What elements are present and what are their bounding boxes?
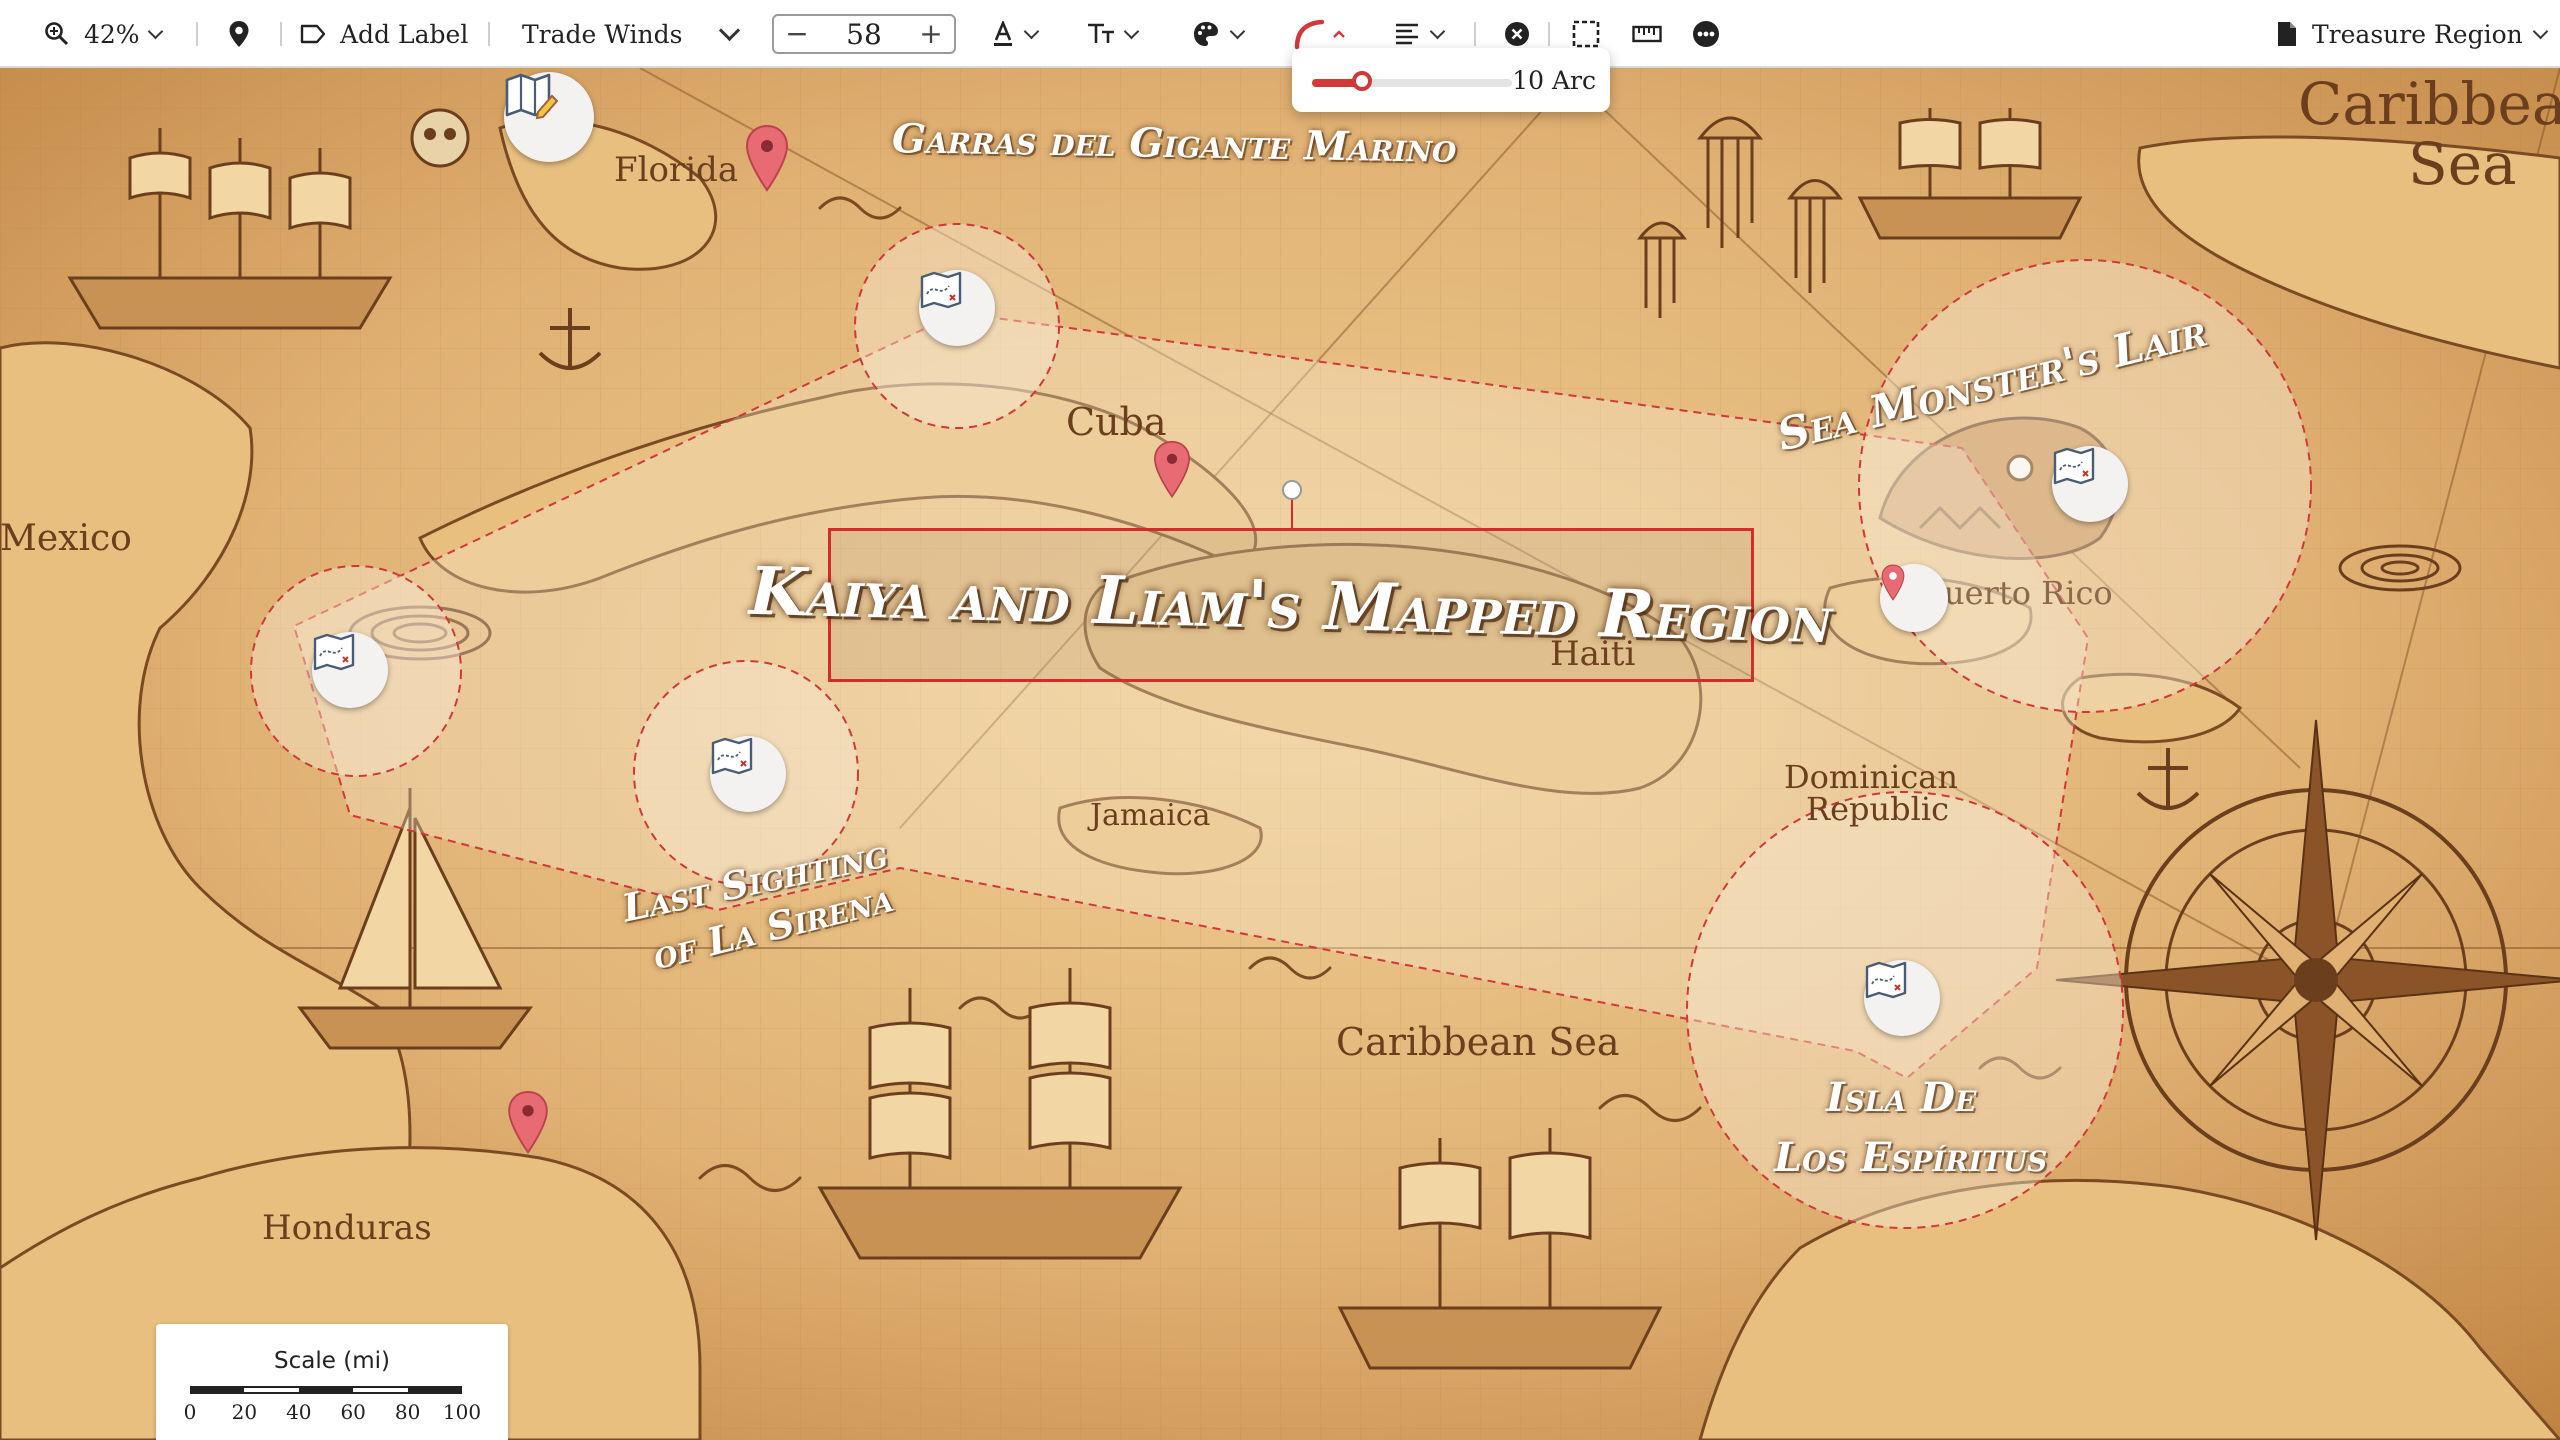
location-pin-cuba[interactable] xyxy=(1152,440,1192,500)
add-label-button[interactable]: Add Label xyxy=(300,0,468,68)
label-republic: Republic xyxy=(1806,790,1949,828)
label-sea-corner: Sea xyxy=(2408,130,2517,198)
document-title: Treasure Region xyxy=(2312,19,2523,49)
chevron-down-icon xyxy=(719,19,741,41)
arc-slider[interactable] xyxy=(1312,71,1512,91)
map-pin-icon xyxy=(1881,564,1905,601)
label-isla-line1[interactable]: Isla De xyxy=(1826,1074,1976,1121)
rotate-handle-stem xyxy=(1291,498,1293,528)
measure-button[interactable] xyxy=(1632,0,1662,68)
location-pin-honduras[interactable] xyxy=(506,1090,550,1156)
map-canvas[interactable]: Florida Cuba Mexico uerto Rico Haiti Dom… xyxy=(0,68,2560,1440)
label-honduras: Honduras xyxy=(262,1208,432,1248)
skull-icon xyxy=(410,108,470,168)
divider xyxy=(280,22,282,46)
map-pin-icon xyxy=(229,21,249,47)
label-mexico: Mexico xyxy=(0,518,132,559)
location-pin-florida[interactable] xyxy=(744,124,790,194)
treasure-map-icon xyxy=(1865,961,1907,999)
scale-tick-label: 40 xyxy=(286,1400,312,1424)
scale-bar xyxy=(190,1386,463,1394)
region-title[interactable]: Kaiya and Liam's Mapped Region xyxy=(748,552,1833,658)
scale-tick-label: 80 xyxy=(394,1400,421,1424)
zoom-control[interactable]: 42% xyxy=(44,0,163,68)
marker-last-sighting[interactable] xyxy=(710,736,786,812)
divider xyxy=(488,22,490,46)
chevron-down-icon xyxy=(1229,23,1246,39)
rotate-handle[interactable] xyxy=(1282,480,1302,500)
divider xyxy=(1548,22,1550,46)
text-format-icon xyxy=(1088,23,1114,43)
scale-title: Scale (mi) xyxy=(274,1348,390,1374)
add-label-text: Add Label xyxy=(340,19,469,49)
increase-font-size-button[interactable]: + xyxy=(918,20,944,48)
treasure-map-icon xyxy=(711,737,753,775)
chevron-up-icon xyxy=(1333,30,1345,38)
divider xyxy=(196,22,198,46)
treasure-map-icon xyxy=(2053,447,2095,485)
label-tag-icon xyxy=(300,24,326,44)
close-circle-icon xyxy=(1505,22,1529,46)
pin-tool-button[interactable] xyxy=(228,0,250,68)
treasure-map-icon xyxy=(920,271,962,309)
scale-tick-label: 20 xyxy=(231,1400,258,1424)
marker-isla[interactable] xyxy=(1864,960,1940,1036)
marker-sea-monster[interactable] xyxy=(2052,446,2128,522)
scale-tick-label: 60 xyxy=(340,1400,366,1424)
label-garras[interactable]: Garras del Gigante Marino xyxy=(892,115,1457,172)
font-size-value[interactable]: 58 xyxy=(846,18,882,51)
text-style-button[interactable] xyxy=(1086,0,1140,68)
label-puerto-rico: uerto Rico xyxy=(1944,574,2113,612)
zoom-level: 42% xyxy=(84,19,140,49)
chevron-down-icon xyxy=(1429,23,1446,39)
document-menu[interactable]: Treasure Region xyxy=(2276,0,2548,68)
arc-icon xyxy=(1294,19,1325,50)
font-size-stepper[interactable]: − 58 + xyxy=(772,14,956,54)
chevron-down-icon xyxy=(1123,23,1140,39)
align-left-icon xyxy=(1396,23,1418,45)
font-family-select[interactable]: Trade Winds xyxy=(522,0,741,68)
chevron-down-icon xyxy=(2532,23,2548,39)
label-caribbean-corner: Caribbea xyxy=(2298,70,2560,138)
scale-tick-label: 0 xyxy=(183,1400,197,1424)
decrease-font-size-button[interactable]: − xyxy=(784,20,810,48)
scale-ticks: 0 20 40 60 80 100 xyxy=(172,1400,482,1430)
scale-legend: Scale (mi) 0 20 40 60 80 100 xyxy=(156,1324,508,1440)
selection-icon xyxy=(1572,20,1600,48)
palette-icon xyxy=(1194,22,1218,46)
label-caribbean-sea: Caribbean Sea xyxy=(1336,1020,1620,1064)
chevron-down-icon xyxy=(147,23,163,39)
text-color-icon xyxy=(994,21,1012,46)
location-pin-puerto-rico[interactable] xyxy=(1880,564,1948,632)
map-edit-button[interactable] xyxy=(504,72,594,162)
document-icon xyxy=(2278,22,2296,46)
ruler-icon xyxy=(1632,25,1662,43)
arc-popover: 10 Arc xyxy=(1292,48,1610,112)
divider xyxy=(1474,22,1476,46)
label-jamaica: Jamaica xyxy=(1090,798,1211,833)
more-icon xyxy=(1693,21,1719,47)
toolbar: 42% Add Label Trade Winds − 58 + Treasur… xyxy=(0,0,2560,68)
marker-whirlpool[interactable] xyxy=(312,632,388,708)
arc-slider-thumb[interactable] xyxy=(1352,71,1372,91)
region-title-selection[interactable]: Kaiya and Liam's Mapped Region xyxy=(748,528,1834,682)
chevron-down-icon xyxy=(1023,23,1040,39)
font-family-value: Trade Winds xyxy=(522,19,683,49)
label-florida: Florida xyxy=(614,150,739,190)
marker-garras[interactable] xyxy=(919,270,995,346)
treasure-map-icon xyxy=(313,633,355,671)
text-color-button[interactable] xyxy=(992,0,1040,68)
scale-tick-label: 100 xyxy=(442,1400,482,1424)
label-isla-line2[interactable]: Los Espíritus xyxy=(1774,1134,2047,1181)
more-options-button[interactable] xyxy=(1692,0,1720,68)
arc-value-label: 10 Arc xyxy=(1512,66,1596,95)
zoom-icon xyxy=(45,22,69,46)
palette-button[interactable] xyxy=(1192,0,1246,68)
map-pencil-icon xyxy=(505,73,558,120)
label-cuba: Cuba xyxy=(1066,400,1167,444)
